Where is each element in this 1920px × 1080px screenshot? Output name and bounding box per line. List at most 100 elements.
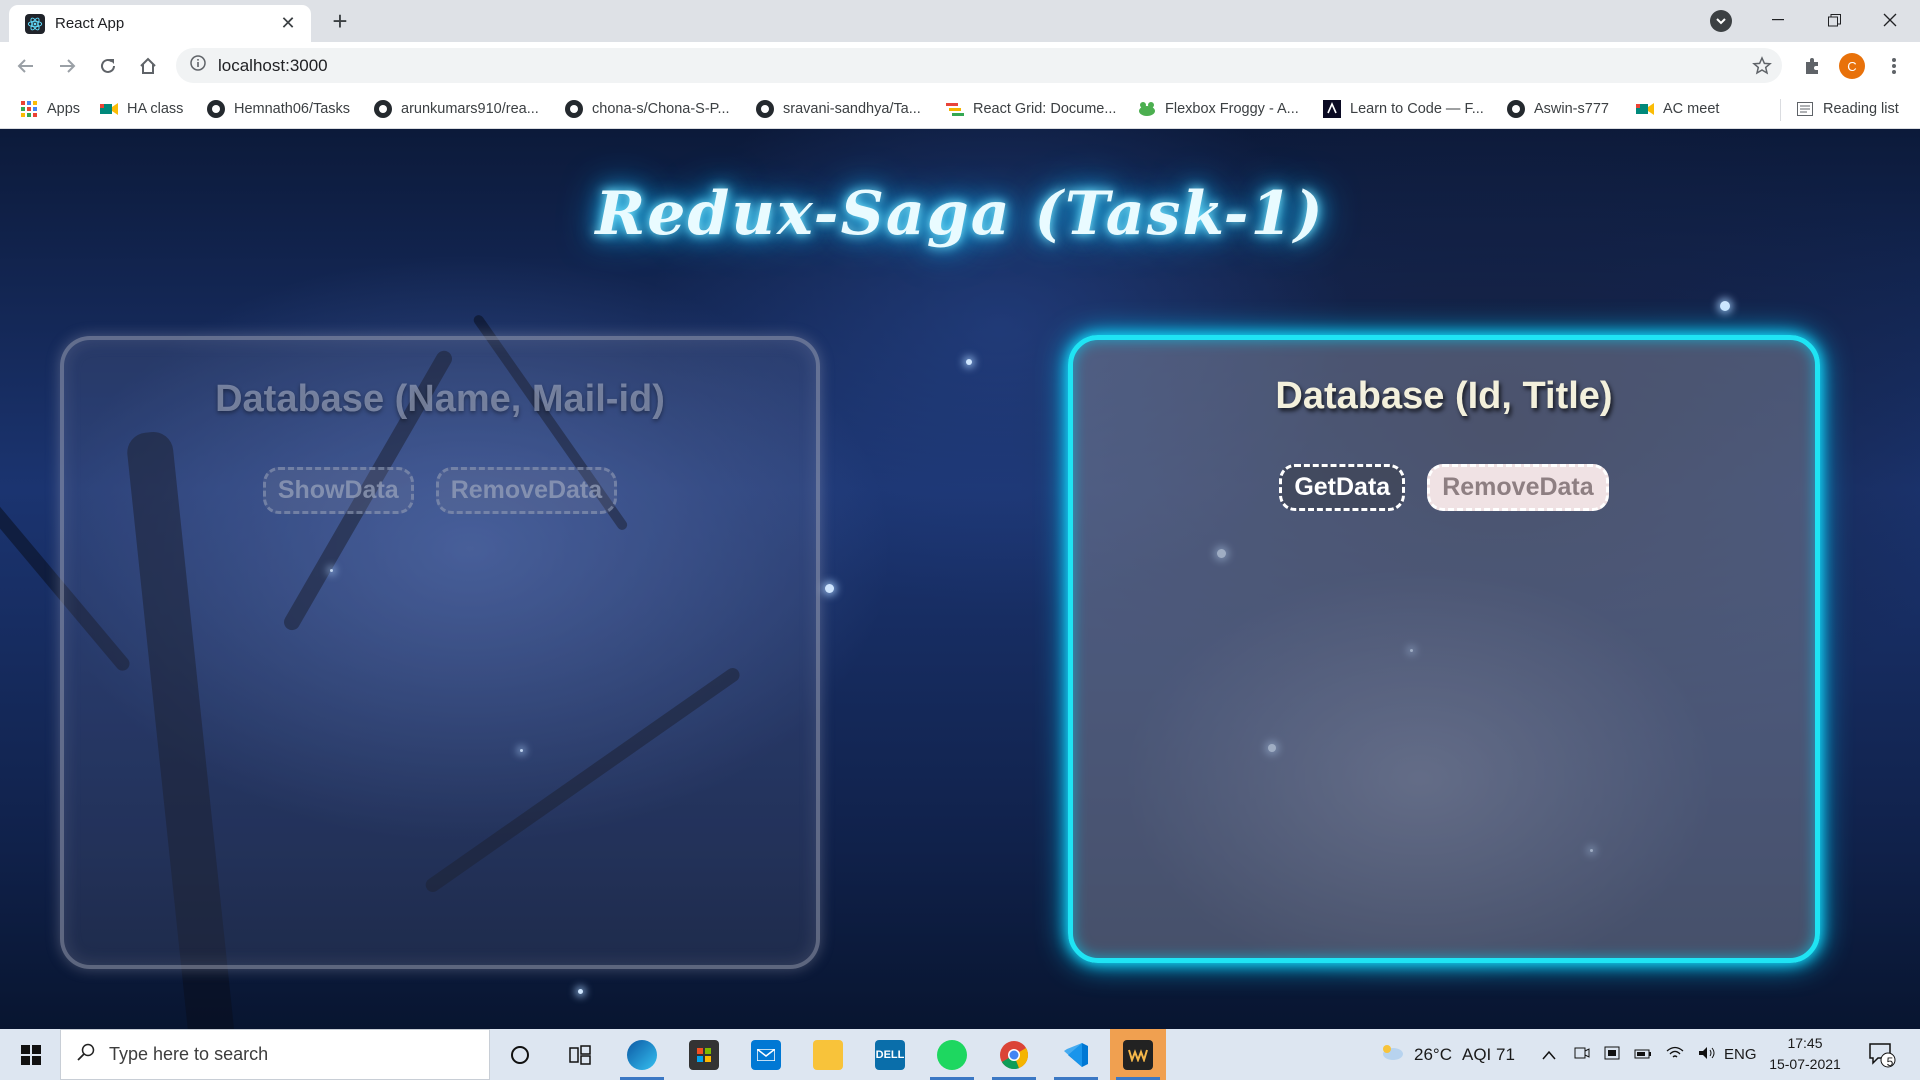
bookmark-label: React Grid: Docume...	[973, 101, 1117, 117]
bookmark-star-icon[interactable]	[1746, 50, 1778, 82]
tab-title: React App	[55, 15, 125, 32]
taskbar-search-box[interactable]: Type here to search	[60, 1029, 490, 1080]
sparkle-decoration	[1720, 301, 1730, 311]
close-tab-icon[interactable]: ✕	[277, 13, 299, 34]
new-tab-button[interactable]: +	[325, 7, 355, 37]
reload-icon[interactable]	[92, 50, 124, 82]
spotify-icon[interactable]	[924, 1029, 980, 1080]
page-background: Redux-Saga (Task-1) Database (Name, Mail…	[0, 129, 1920, 1029]
bookmark-label: Flexbox Froggy - A...	[1165, 101, 1299, 117]
bookmark-label: AC meet	[1663, 101, 1720, 117]
weather-widget[interactable]: 26°C AQI 71	[1380, 1029, 1515, 1080]
bookmark-freecodecamp[interactable]: Learn to Code — F...	[1323, 98, 1484, 120]
bookmarks-divider	[1780, 99, 1781, 121]
address-bar[interactable]: localhost:3000	[176, 48, 1782, 83]
system-tray-icons	[1574, 1029, 1716, 1080]
search-placeholder: Type here to search	[109, 1044, 269, 1064]
show-data-button[interactable]: ShowData	[262, 467, 414, 514]
store-icon[interactable]	[676, 1029, 732, 1080]
react-icon	[25, 13, 45, 34]
meet-icon	[1636, 100, 1654, 118]
tab-search-icon[interactable]	[1710, 10, 1732, 32]
github-icon	[374, 100, 392, 118]
sparkle-decoration	[825, 584, 834, 593]
clock-time: 17:45	[1787, 1035, 1823, 1051]
sparkle-decoration	[578, 989, 583, 994]
aqi-value: AQI 71	[1461, 1044, 1515, 1064]
button-row: ShowData RemoveData	[64, 467, 816, 514]
weather-cloud-icon	[1380, 1043, 1404, 1066]
bookmark-arunkumars910[interactable]: arunkumars910/rea...	[374, 98, 539, 120]
page-title: Redux-Saga (Task-1)	[595, 179, 1325, 249]
screen-capture-icon[interactable]	[1604, 1045, 1620, 1065]
chrome-icon[interactable]	[986, 1029, 1042, 1080]
wifi-icon[interactable]	[1666, 1045, 1684, 1065]
volume-icon[interactable]	[1698, 1045, 1716, 1065]
card-heading: Database (Name, Mail-id)	[215, 378, 665, 420]
frog-icon	[1138, 100, 1156, 118]
bookmark-ac-meet[interactable]: AC meet	[1636, 98, 1719, 120]
bookmark-aswin-s777[interactable]: Aswin-s777	[1507, 98, 1609, 120]
bookmark-sravani-sandhya[interactable]: sravani-sandhya/Ta...	[756, 98, 921, 120]
bookmark-ha-class[interactable]: HA class	[100, 98, 183, 120]
close-window-icon[interactable]	[1862, 0, 1918, 40]
vscode-icon[interactable]	[1048, 1029, 1104, 1080]
bookmark-label: HA class	[127, 101, 184, 117]
forward-icon[interactable]	[51, 50, 83, 82]
apps-grid-icon	[20, 100, 38, 118]
input-language[interactable]: ENG	[1724, 1029, 1757, 1080]
file-explorer-icon[interactable]	[800, 1029, 856, 1080]
bookmark-label: Hemnath06/Tasks	[234, 101, 351, 117]
menu-kebab-icon[interactable]	[1878, 50, 1910, 82]
react-grid-icon	[946, 100, 964, 118]
tab-strip: React App ✕ +	[0, 0, 1920, 42]
windows-start-icon[interactable]	[8, 1029, 54, 1080]
reading-list-label: Reading list	[1823, 101, 1899, 117]
windows-taskbar: Type here to search DELL 26°C AQI 71 ENG…	[0, 1029, 1920, 1080]
waves-app-icon[interactable]	[1110, 1029, 1166, 1080]
temperature: 26°C	[1414, 1044, 1452, 1064]
back-icon[interactable]	[10, 50, 42, 82]
bookmarks-bar: Apps HA class Hemnath06/Tasks arunkumars…	[0, 89, 1920, 129]
reading-list[interactable]: Reading list	[1796, 98, 1899, 120]
button-row: GetData RemoveData	[1073, 464, 1815, 511]
bookmark-label: Aswin-s777	[1534, 101, 1609, 117]
clock-date: 15-07-2021	[1769, 1056, 1841, 1072]
task-view-icon[interactable]	[552, 1029, 608, 1080]
home-icon[interactable]	[132, 50, 164, 82]
card-heading: Database (Id, Title)	[1275, 375, 1613, 417]
bookmark-label: Apps	[47, 101, 81, 117]
browser-toolbar: localhost:3000 C	[0, 42, 1920, 89]
cortana-icon[interactable]	[492, 1029, 548, 1080]
bookmark-label: sravani-sandhya/Ta...	[783, 101, 921, 117]
remove-data-button[interactable]: RemoveData	[1427, 464, 1609, 511]
edge-icon[interactable]	[614, 1029, 670, 1080]
profile-avatar[interactable]: C	[1839, 53, 1865, 79]
freecodecamp-icon	[1323, 100, 1341, 118]
bookmark-flexbox-froggy[interactable]: Flexbox Froggy - A...	[1138, 98, 1299, 120]
show-hidden-icons-chevron-icon[interactable]	[1542, 1029, 1556, 1080]
reading-list-icon	[1796, 100, 1814, 118]
bookmark-react-grid[interactable]: React Grid: Docume...	[946, 98, 1116, 120]
restore-icon[interactable]	[1806, 0, 1862, 40]
get-data-button[interactable]: GetData	[1279, 464, 1406, 511]
battery-icon[interactable]	[1634, 1045, 1652, 1065]
database-name-mail-card: Database (Name, Mail-id) ShowData Remove…	[60, 336, 820, 969]
meet-now-icon[interactable]	[1574, 1045, 1590, 1065]
browser-tab[interactable]: React App ✕	[9, 5, 311, 42]
meet-icon	[100, 100, 118, 118]
bookmark-hemnath06-tasks[interactable]: Hemnath06/Tasks	[207, 98, 350, 120]
site-info-icon[interactable]	[190, 55, 206, 76]
extensions-puzzle-icon[interactable]	[1796, 50, 1828, 82]
mail-icon[interactable]	[738, 1029, 794, 1080]
github-icon	[207, 100, 225, 118]
remove-data-button[interactable]: RemoveData	[435, 467, 618, 514]
url-text: localhost:3000	[218, 55, 328, 75]
bookmark-chona-s[interactable]: chona-s/Chona-S-P...	[565, 98, 730, 120]
github-icon	[1507, 100, 1525, 118]
system-clock[interactable]: 17:45 15-07-2021	[1760, 1033, 1850, 1075]
minimize-icon[interactable]	[1750, 0, 1806, 40]
bookmark-apps[interactable]: Apps	[20, 98, 80, 120]
notifications-icon[interactable]: 5	[1868, 1029, 1896, 1080]
dell-icon[interactable]: DELL	[862, 1029, 918, 1080]
